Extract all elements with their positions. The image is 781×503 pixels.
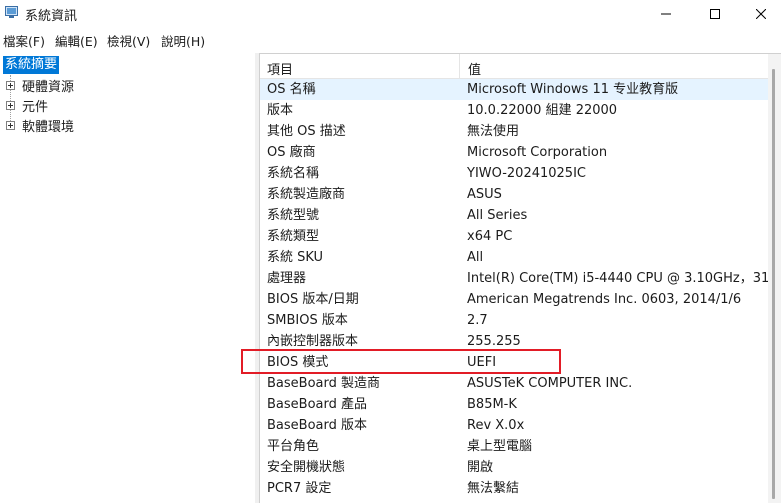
row-value-cell: All Series — [467, 208, 528, 223]
expand-icon[interactable] — [6, 100, 15, 110]
row-item-cell: 其他 OS 描述 — [267, 124, 346, 139]
maximize-icon — [710, 8, 720, 19]
table-row[interactable]: OS 廠商 Microsoft Corporation — [260, 142, 768, 163]
row-item-cell: BaseBoard 版本 — [267, 418, 367, 433]
tree-item-label: 元件 — [22, 99, 49, 115]
column-divider[interactable] — [459, 54, 460, 78]
table-row[interactable]: 系統名稱 YIWO-20241025IC — [260, 163, 768, 184]
table-row[interactable]: BaseBoard 製造商 ASUSTeK COMPUTER INC. — [260, 373, 768, 394]
scrollbar-thumb[interactable] — [772, 69, 775, 499]
details-list: 項目 值 OS 名稱 Microsoft Windows 11 专业教育版版本 10… — [259, 53, 781, 503]
row-item-cell: 平台角色 — [267, 439, 320, 454]
row-value-cell: Intel(R) Core(TM) i5-4440 CPU @ 3.10GHz，… — [467, 271, 778, 286]
maximize-button[interactable] — [692, 0, 738, 27]
row-item-cell: SMBIOS 版本 — [267, 313, 348, 328]
minimize-icon — [661, 13, 671, 14]
table-row[interactable]: OS 名稱 Microsoft Windows 11 专业教育版 — [260, 79, 768, 100]
expand-icon[interactable] — [6, 80, 15, 90]
table-row[interactable]: 其他 OS 描述 無法使用 — [260, 121, 768, 142]
row-item-cell: 系統類型 — [267, 229, 320, 244]
table-row[interactable]: BIOS 版本/日期 American Megatrends Inc. 0603,… — [260, 289, 768, 310]
row-item-cell: 系統名稱 — [267, 166, 320, 181]
row-value-cell: American Megatrends Inc. 0603, 2014/1/6 — [467, 292, 742, 307]
row-value-cell: 無法使用 — [467, 124, 520, 139]
column-header-value[interactable]: 值 — [468, 59, 481, 78]
row-item-cell: 系統 SKU — [267, 250, 324, 265]
category-tree: 系統摘要 硬體資源 元件 軟體環境 — [0, 53, 255, 503]
table-row[interactable]: 系統 SKU All — [260, 247, 768, 268]
row-value-cell: B85M-K — [467, 397, 517, 412]
row-value-cell: 10.0.22000 組建 22000 — [467, 103, 618, 118]
table-row[interactable]: 處理器 Intel(R) Core(TM) i5-4440 CPU @ 3.10G… — [260, 268, 778, 289]
tree-item-system-summary[interactable]: 系統摘要 — [3, 56, 60, 74]
table-row[interactable]: 版本 10.0.22000 組建 22000 — [260, 100, 768, 121]
table-row[interactable]: SMBIOS 版本 2.7 — [260, 310, 768, 331]
tree-item-components[interactable]: 元件 — [6, 96, 49, 115]
row-value-cell: All — [467, 250, 484, 265]
row-item-cell: 系統製造廠商 — [267, 187, 346, 202]
table-row[interactable]: 系統型號 All Series — [260, 205, 768, 226]
row-item-cell: 處理器 — [267, 271, 307, 286]
menu-view[interactable]: 檢視(V) — [107, 31, 150, 50]
row-value-cell: 2.7 — [467, 313, 488, 328]
table-row[interactable]: 平台角色 桌上型電腦 — [260, 436, 768, 457]
expand-icon[interactable] — [6, 120, 15, 130]
menu-bar: 檔案(F) 編輯(E) 檢視(V) 說明(H) — [0, 27, 781, 50]
system-information-icon — [5, 6, 18, 18]
row-item-cell: BaseBoard 產品 — [267, 397, 367, 412]
table-row[interactable]: PCR7 設定 無法繫結 — [260, 478, 768, 499]
table-row[interactable]: 系統類型 x64 PC — [260, 226, 768, 247]
row-value-cell: 開啟 — [467, 460, 494, 475]
row-item-cell: 安全開機狀態 — [267, 460, 346, 475]
close-icon — [756, 8, 766, 19]
bios-mode-highlight — [241, 349, 561, 374]
row-value-cell: ASUSTeK COMPUTER INC. — [467, 376, 633, 391]
tree-item-hardware-resources[interactable]: 硬體資源 — [6, 76, 75, 95]
window-title: 系統資訊 — [25, 9, 78, 24]
row-value-cell: 桌上型電腦 — [467, 439, 533, 454]
row-value-cell: 無法繫結 — [467, 481, 520, 496]
row-item-cell: 系統型號 — [267, 208, 320, 223]
table-row[interactable]: 安全開機狀態 開啟 — [260, 457, 768, 478]
row-value-cell: Microsoft Windows 11 专业教育版 — [467, 82, 679, 97]
table-body: OS 名稱 Microsoft Windows 11 专业教育版版本 10.0.22… — [260, 79, 778, 499]
tree-item-software-environment[interactable]: 軟體環境 — [6, 116, 75, 135]
table-row[interactable]: 系統製造廠商 ASUS — [260, 184, 768, 205]
tree-item-label: 硬體資源 — [22, 79, 75, 95]
column-header-item[interactable]: 項目 — [267, 59, 293, 78]
row-item-cell: OS 名稱 — [267, 82, 316, 97]
menu-help[interactable]: 說明(H) — [161, 31, 205, 50]
minimize-button[interactable] — [643, 0, 689, 27]
row-value-cell: Rev X.0x — [467, 418, 525, 433]
row-item-cell: OS 廠商 — [267, 145, 316, 160]
title-bar: 系統資訊 — [0, 0, 781, 27]
close-button[interactable] — [738, 0, 781, 27]
row-item-cell: PCR7 設定 — [267, 481, 332, 496]
row-value-cell: x64 PC — [467, 229, 513, 244]
menu-file[interactable]: 檔案(F) — [3, 31, 45, 50]
row-value-cell: Microsoft Corporation — [467, 145, 608, 160]
row-item-cell: 版本 — [267, 103, 294, 118]
menu-edit[interactable]: 編輯(E) — [55, 31, 98, 50]
tree-item-label: 軟體環境 — [22, 119, 75, 135]
row-item-cell: BaseBoard 製造商 — [267, 376, 380, 391]
row-value-cell: YIWO-20241025IC — [467, 166, 586, 181]
row-item-cell: BIOS 版本/日期 — [267, 292, 359, 307]
row-value-cell: ASUS — [467, 187, 502, 202]
table-row[interactable]: BaseBoard 產品 B85M-K — [260, 394, 768, 415]
column-header-row: 項目 值 — [260, 54, 768, 79]
table-row[interactable]: BaseBoard 版本 Rev X.0x — [260, 415, 768, 436]
